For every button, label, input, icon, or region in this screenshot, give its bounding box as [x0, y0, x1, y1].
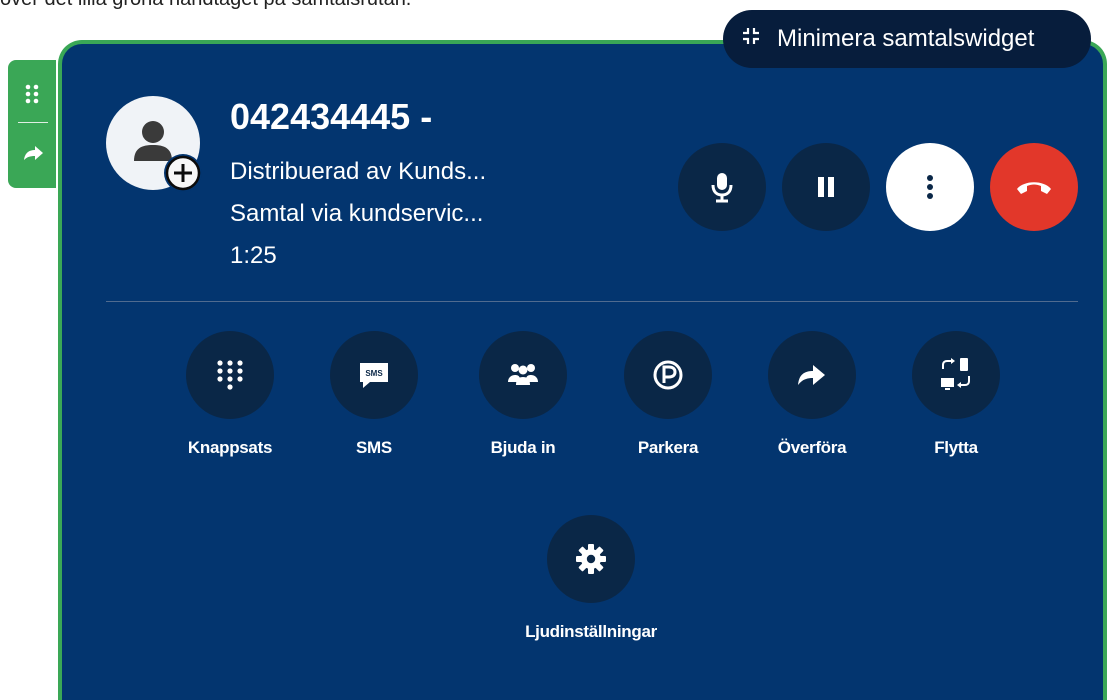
add-contact-icon[interactable]: [164, 154, 202, 192]
keypad-action[interactable]: Knappsats: [160, 331, 300, 458]
top-instruction-text: över det lilla gröna handtaget på samtal…: [0, 0, 411, 11]
audio-settings-label: Ljudinställningar: [525, 622, 657, 641]
svg-text:SMS: SMS: [365, 369, 383, 378]
sms-icon: SMS: [360, 363, 388, 388]
caller-route-line: Samtal via kundservic...: [230, 200, 484, 227]
move-action[interactable]: Flytta: [886, 331, 1026, 458]
call-duration: 1:25: [230, 242, 277, 269]
move-button[interactable]: [912, 331, 1000, 419]
audio-settings-button[interactable]: [547, 515, 635, 603]
park-action[interactable]: Parkera: [598, 331, 738, 458]
sms-action[interactable]: SMS SMS: [304, 331, 444, 458]
more-vertical-icon: [927, 175, 933, 199]
invite-label: Bjuda in: [490, 438, 556, 457]
minimize-widget-button[interactable]: Minimera samtalswidget: [723, 10, 1091, 68]
keypad-label: Knappsats: [187, 438, 273, 457]
hold-button[interactable]: [782, 143, 870, 231]
call-widget-handle[interactable]: [8, 60, 56, 188]
move-label: Flytta: [934, 438, 978, 457]
forward-icon[interactable]: [20, 140, 46, 166]
transfer-icon: [798, 365, 825, 385]
transfer-action[interactable]: Överföra: [742, 331, 882, 458]
invite-button[interactable]: [479, 331, 567, 419]
drag-handle-icon[interactable]: [20, 82, 46, 108]
transfer-label: Överföra: [777, 438, 847, 457]
audio-settings-action[interactable]: Ljudinställningar: [521, 515, 661, 642]
hangup-button[interactable]: [990, 143, 1078, 231]
minimize-label: Minimera samtalswidget: [777, 25, 1035, 52]
park-button[interactable]: [624, 331, 712, 419]
invite-action[interactable]: Bjuda in: [453, 331, 593, 458]
more-options-button[interactable]: [886, 143, 974, 231]
park-label: Parkera: [637, 438, 699, 457]
microphone-icon: [711, 173, 733, 203]
hangup-icon: [1017, 182, 1051, 194]
parking-icon: [653, 360, 683, 390]
handle-divider: [18, 122, 48, 123]
move-device-icon: [941, 358, 970, 390]
caller-distribution-line: Distribuerad av Kunds...: [230, 158, 487, 185]
pause-icon: [818, 177, 834, 197]
transfer-button[interactable]: [768, 331, 856, 419]
gear-icon: [576, 544, 606, 574]
people-icon: [508, 364, 538, 385]
caller-number: 042434445 -: [230, 96, 433, 137]
sms-label: SMS: [356, 438, 392, 457]
dialpad-icon: [217, 360, 243, 390]
keypad-button[interactable]: [186, 331, 274, 419]
minimize-icon: [739, 24, 763, 55]
section-divider: [106, 301, 1078, 302]
mute-button[interactable]: [678, 143, 766, 231]
sms-button[interactable]: SMS: [330, 331, 418, 419]
